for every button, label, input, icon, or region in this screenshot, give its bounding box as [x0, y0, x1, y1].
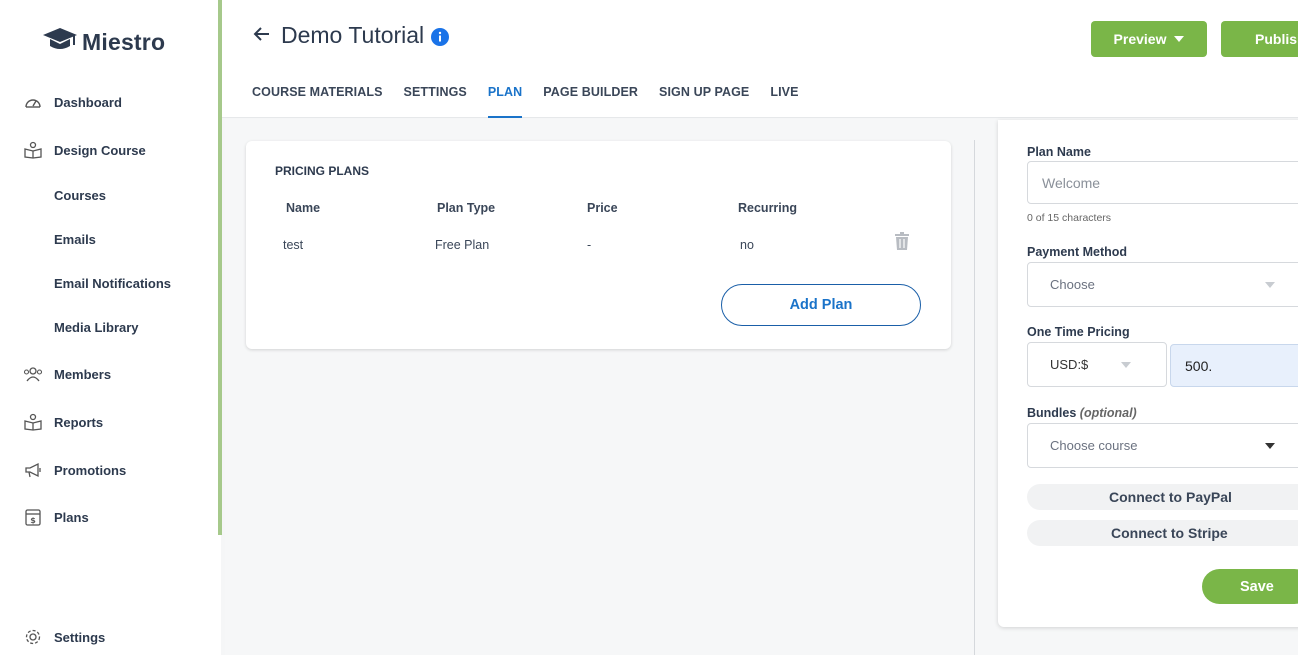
plan-form-panel: Plan Name Welcome 0 of 15 characters Pay…: [998, 120, 1298, 627]
sidebar-item-reports[interactable]: Reports: [22, 413, 103, 431]
chevron-down-icon: [1121, 362, 1131, 368]
pricing-plans-title: PRICING PLANS: [275, 164, 370, 178]
chevron-down-icon: [1174, 36, 1185, 42]
dashboard-icon: [22, 93, 44, 111]
pricing-plans-card: PRICING PLANS Name Plan Type Price Recur…: [246, 141, 951, 349]
sidebar-item-email-notifications[interactable]: Email Notifications: [54, 276, 171, 291]
svg-text:$: $: [30, 516, 36, 525]
plan-row-plan-type: Free Plan: [435, 238, 490, 252]
sidebar-item-plans[interactable]: $ Plans: [22, 508, 89, 526]
bundles-label-text: Bundles: [1027, 406, 1077, 420]
sidebar-item-courses[interactable]: Courses: [54, 188, 106, 203]
sidebar-item-label: Promotions: [54, 462, 127, 478]
design-course-icon: [22, 141, 44, 159]
bundles-label: Bundles (optional): [1027, 406, 1137, 420]
payment-method-label: Payment Method: [1027, 245, 1128, 259]
logo[interactable]: Miestro: [42, 26, 165, 59]
tab-page-builder[interactable]: PAGE BUILDER: [543, 85, 638, 118]
plan-row-name[interactable]: test: [283, 238, 303, 252]
connect-stripe-button[interactable]: Connect to Stripe: [1027, 520, 1298, 546]
bundles-select[interactable]: Choose course: [1027, 423, 1298, 468]
column-header-name: Name: [286, 201, 321, 215]
panel-divider: [974, 140, 975, 655]
add-plan-button[interactable]: Add Plan: [721, 284, 921, 326]
graduation-cap-icon: [42, 26, 78, 59]
currency-value: USD:$: [1050, 357, 1089, 372]
page-title: Demo Tutorial: [281, 22, 425, 48]
sidebar: Miestro Dashboard Design Course Courses …: [0, 0, 221, 655]
column-header-plan-type: Plan Type: [437, 201, 496, 215]
header: Demo Tutorial Preview Publish COURSE MAT…: [222, 0, 1298, 118]
tab-bar: COURSE MATERIALS SETTINGS PLAN PAGE BUIL…: [252, 85, 820, 118]
chevron-down-icon: [1265, 282, 1275, 288]
tab-settings[interactable]: SETTINGS: [404, 85, 467, 118]
reports-icon: [22, 413, 44, 431]
logo-text: Miestro: [82, 29, 166, 55]
plan-name-input[interactable]: Welcome: [1027, 161, 1298, 204]
sidebar-item-dashboard[interactable]: Dashboard: [22, 93, 122, 111]
tab-plan[interactable]: PLAN: [487, 85, 523, 118]
sidebar-item-settings[interactable]: Settings: [22, 628, 105, 646]
plan-name-hint: 0 of 15 characters: [1027, 212, 1112, 224]
sidebar-item-members[interactable]: Members: [22, 365, 111, 383]
members-icon: [22, 365, 44, 383]
tab-live[interactable]: LIVE: [770, 85, 798, 118]
sidebar-item-emails[interactable]: Emails: [54, 232, 96, 247]
sidebar-item-label: Design Course: [54, 142, 146, 158]
one-time-pricing-label: One Time Pricing: [1027, 325, 1130, 339]
sidebar-item-label: Plans: [54, 509, 89, 525]
tab-sign-up-page[interactable]: SIGN UP PAGE: [659, 85, 749, 118]
sidebar-item-media-library[interactable]: Media Library: [54, 320, 139, 335]
preview-button[interactable]: Preview: [1091, 21, 1207, 57]
trash-icon[interactable]: [894, 232, 910, 255]
sidebar-item-label: Members: [54, 366, 112, 382]
save-button[interactable]: Save: [1202, 569, 1298, 604]
plan-row-price: -: [587, 238, 592, 252]
publish-button-label: Publish: [1255, 31, 1298, 47]
info-icon[interactable]: [431, 28, 449, 51]
gear-icon: [22, 628, 44, 646]
sidebar-item-promotions[interactable]: Promotions: [22, 461, 126, 479]
sidebar-item-label: Reports: [54, 414, 104, 430]
tab-course-materials[interactable]: COURSE MATERIALS: [252, 85, 383, 118]
connect-paypal-button[interactable]: Connect to PayPal: [1027, 484, 1298, 510]
payment-method-value: Choose: [1050, 277, 1095, 292]
back-arrow-icon[interactable]: [252, 24, 272, 49]
sidebar-item-label: Settings: [54, 629, 106, 645]
column-header-recurring: Recurring: [738, 201, 798, 215]
plans-icon: $: [22, 508, 44, 526]
publish-button[interactable]: Publish: [1221, 21, 1298, 57]
payment-method-select[interactable]: Choose: [1027, 262, 1298, 307]
bundles-optional-text: (optional): [1079, 406, 1137, 420]
currency-select[interactable]: USD:$: [1027, 342, 1167, 387]
megaphone-icon: [22, 461, 44, 479]
plan-name-label: Plan Name: [1027, 145, 1091, 159]
bundles-value: Choose course: [1050, 438, 1138, 453]
sidebar-item-label: Dashboard: [54, 94, 122, 110]
column-header-price: Price: [587, 201, 618, 215]
plan-row-recurring: no: [740, 238, 754, 252]
chevron-down-icon: [1265, 443, 1275, 449]
price-amount-input[interactable]: 500.: [1170, 344, 1298, 387]
sidebar-item-design-course[interactable]: Design Course: [22, 141, 146, 159]
preview-button-label: Preview: [1113, 31, 1167, 47]
